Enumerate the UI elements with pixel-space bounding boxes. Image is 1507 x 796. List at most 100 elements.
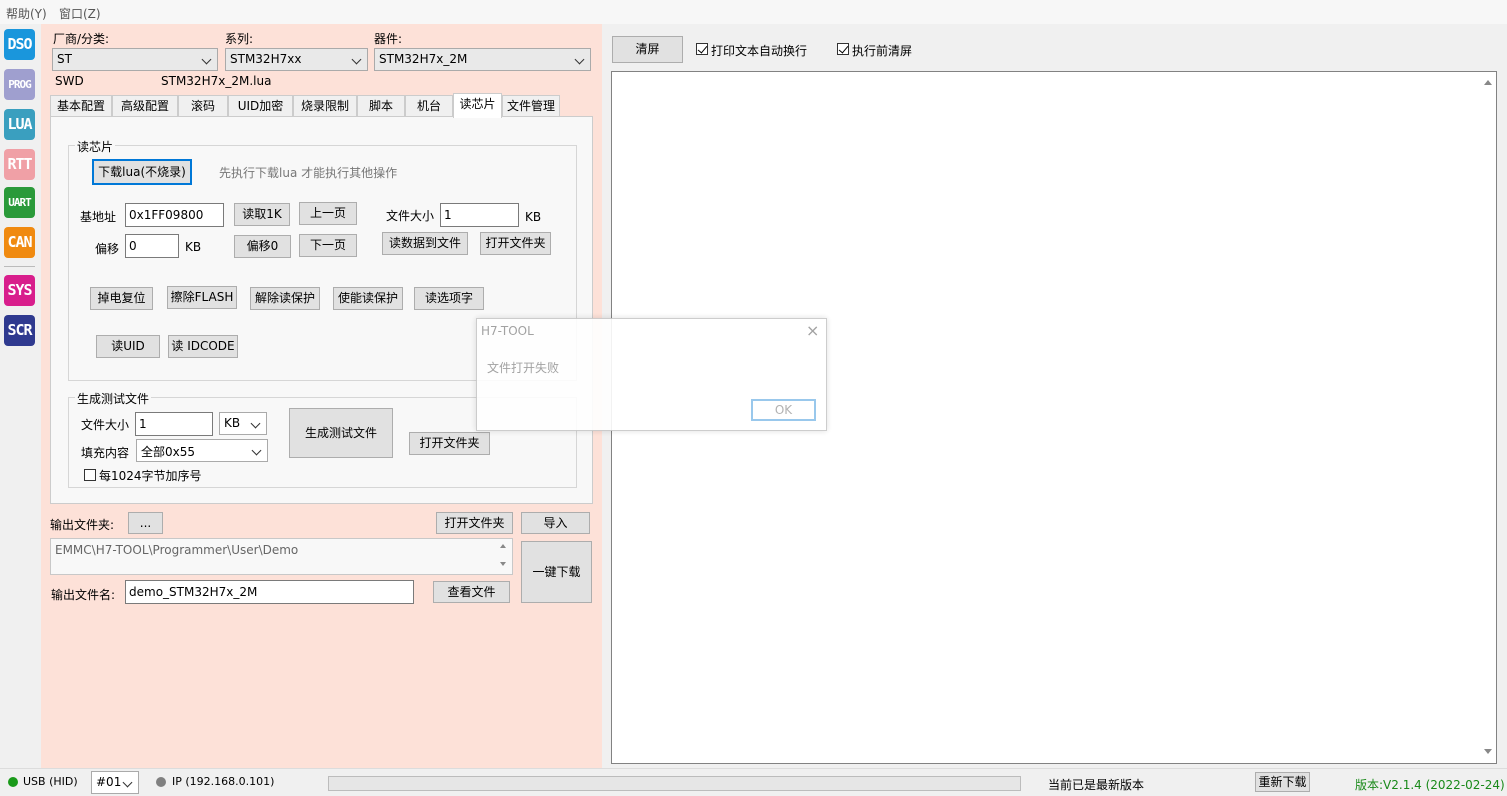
- sidebar-divider: [4, 266, 35, 267]
- dialog-message: 文件打开失败: [487, 361, 560, 375]
- view-file-button[interactable]: 查看文件: [433, 581, 510, 603]
- dialog-close-icon[interactable]: ×: [806, 321, 819, 340]
- gen-test-group-title: 生成测试文件: [75, 390, 152, 407]
- offset-unit: KB: [185, 240, 202, 254]
- scroll-up-icon[interactable]: [500, 544, 506, 548]
- gen-open-folder-button[interactable]: 打开文件夹: [409, 432, 490, 455]
- output-filename-input[interactable]: demo_STM32H7x_2M: [125, 580, 414, 604]
- chip-select[interactable]: STM32H7x_2M: [374, 48, 591, 71]
- offset-label: 偏移: [95, 242, 120, 256]
- tab-file-manage[interactable]: 文件管理: [502, 95, 560, 116]
- sidebar-item-dso[interactable]: DSO: [4, 29, 35, 60]
- dialog-title: H7-TOOL: [481, 324, 534, 338]
- tab-rolling-code[interactable]: 滚码: [178, 95, 228, 116]
- prev-page-button[interactable]: 上一页: [299, 202, 357, 225]
- tab-basic[interactable]: 基本配置: [50, 95, 112, 116]
- read-idcode-button[interactable]: 读 IDCODE: [168, 335, 238, 358]
- vendor-label: 厂商/分类:: [53, 32, 110, 46]
- series-label: 系列:: [225, 32, 254, 46]
- read-chip-group-title: 读芯片: [75, 138, 116, 155]
- chip-label: 器件:: [374, 32, 403, 46]
- ip-status-dot: [156, 777, 166, 787]
- tab-bar: 基本配置 高级配置 滚码 UID加密 烧录限制 脚本 机台 读芯片 文件管理: [50, 93, 593, 118]
- generate-test-file-button[interactable]: 生成测试文件: [289, 408, 393, 458]
- output-open-folder-button[interactable]: 打开文件夹: [436, 512, 513, 534]
- tab-script[interactable]: 脚本: [357, 95, 405, 116]
- read-option-button[interactable]: 读选项字: [414, 287, 484, 310]
- usb-status-dot: [8, 777, 18, 787]
- wrap-checkbox[interactable]: [696, 43, 708, 55]
- download-hint: 先执行下载lua 才能执行其他操作: [219, 166, 398, 180]
- dialog-ok-button[interactable]: OK: [751, 399, 816, 421]
- read-to-file-button[interactable]: 读数据到文件: [382, 232, 468, 255]
- read-1k-button[interactable]: 读取1K: [234, 203, 290, 226]
- scroll-down-icon[interactable]: [500, 562, 506, 566]
- file-size-unit: KB: [525, 210, 542, 224]
- tab-burn-limit[interactable]: 烧录限制: [293, 95, 357, 116]
- output-path-box[interactable]: EMMC\H7-TOOL\Programmer\User\Demo: [50, 538, 513, 575]
- status-bar: USB (HID) #01 IP (192.168.0.101) 当前已是最新版…: [0, 768, 1507, 796]
- sidebar-item-uart[interactable]: UART: [4, 187, 35, 218]
- menu-window[interactable]: 窗口(Z): [59, 5, 101, 22]
- download-progress-bar: [328, 776, 1021, 791]
- power-reset-button[interactable]: 掉电复位: [90, 287, 153, 310]
- offset-input[interactable]: 0: [125, 234, 179, 258]
- gen-file-size-input[interactable]: 1: [135, 412, 213, 436]
- gen-unit-select[interactable]: KB: [219, 412, 267, 435]
- offset-zero-button[interactable]: 偏移0: [234, 235, 291, 258]
- sidebar-item-lua[interactable]: LUA: [4, 109, 35, 140]
- clear-before-checkbox[interactable]: [837, 43, 849, 55]
- import-button[interactable]: 导入: [521, 512, 590, 534]
- next-page-button[interactable]: 下一页: [299, 234, 357, 257]
- tab-advanced[interactable]: 高级配置: [112, 95, 178, 116]
- clear-before-checkbox-label: 执行前清屏: [852, 44, 913, 58]
- read-open-folder-button[interactable]: 打开文件夹: [480, 232, 551, 255]
- redownload-button[interactable]: 重新下载: [1255, 772, 1310, 792]
- base-addr-input[interactable]: 0x1FF09800: [125, 203, 224, 227]
- usb-status-label: USB (HID): [23, 775, 78, 788]
- vendor-select[interactable]: ST: [52, 48, 218, 71]
- ip-status-label: IP (192.168.0.101): [172, 775, 275, 788]
- lua-file-text: STM32H7x_2M.lua: [161, 74, 272, 88]
- read-uid-button[interactable]: 读UID: [96, 335, 160, 358]
- file-size-label: 文件大小: [386, 209, 435, 223]
- clear-screen-button[interactable]: 清屏: [612, 36, 683, 63]
- menu-help[interactable]: 帮助(Y): [6, 5, 47, 22]
- log-scroll-down-icon[interactable]: [1484, 749, 1492, 754]
- tab-read-chip[interactable]: 读芯片: [453, 93, 502, 118]
- menu-bar: 帮助(Y) 窗口(Z): [0, 0, 1507, 24]
- fill-label: 填充内容: [81, 446, 130, 460]
- base-addr-label: 基地址: [80, 210, 117, 224]
- sidebar-item-prog[interactable]: PROG: [4, 69, 35, 100]
- sidebar-item-sys[interactable]: SYS: [4, 275, 35, 306]
- interface-text: SWD: [55, 74, 84, 88]
- download-lua-button[interactable]: 下载lua(不烧录): [92, 159, 192, 185]
- output-path-text: EMMC\H7-TOOL\Programmer\User\Demo: [55, 543, 299, 557]
- sidebar-item-rtt[interactable]: RTT: [4, 149, 35, 180]
- tab-machine[interactable]: 机台: [405, 95, 453, 116]
- version-status-text: 当前已是最新版本: [1048, 778, 1145, 792]
- protect-button[interactable]: 使能读保护: [333, 287, 403, 310]
- file-size-input[interactable]: 1: [440, 203, 519, 227]
- sidebar: DSO PROG LUA RTT UART CAN SYS SCR: [0, 24, 41, 768]
- log-scroll-up-icon[interactable]: [1484, 80, 1492, 85]
- fill-select[interactable]: 全部0x55: [136, 439, 268, 462]
- error-dialog: H7-TOOL × 文件打开失败 OK: [476, 318, 827, 431]
- series-select[interactable]: STM32H7xx: [225, 48, 368, 71]
- output-folder-label: 输出文件夹:: [50, 518, 115, 532]
- sidebar-item-can[interactable]: CAN: [4, 227, 35, 258]
- gen-file-size-label: 文件大小: [81, 418, 130, 432]
- seq-checkbox-label: 每1024字节加序号: [99, 469, 202, 483]
- seq-checkbox[interactable]: [84, 469, 96, 481]
- erase-flash-button[interactable]: 擦除FLASH: [167, 286, 237, 309]
- device-select[interactable]: #01: [91, 771, 139, 794]
- sidebar-item-scr[interactable]: SCR: [4, 315, 35, 346]
- browse-folder-button[interactable]: ...: [128, 512, 163, 534]
- version-text: 版本:V2.1.4 (2022-02-24): [1355, 778, 1505, 792]
- output-filename-label: 输出文件名:: [51, 588, 116, 602]
- one-click-download-button[interactable]: 一键下载: [521, 541, 592, 603]
- unprotect-button[interactable]: 解除读保护: [250, 287, 320, 310]
- wrap-checkbox-label: 打印文本自动换行: [711, 44, 808, 58]
- log-scrollbar[interactable]: [1479, 72, 1496, 763]
- tab-uid-encrypt[interactable]: UID加密: [228, 95, 293, 116]
